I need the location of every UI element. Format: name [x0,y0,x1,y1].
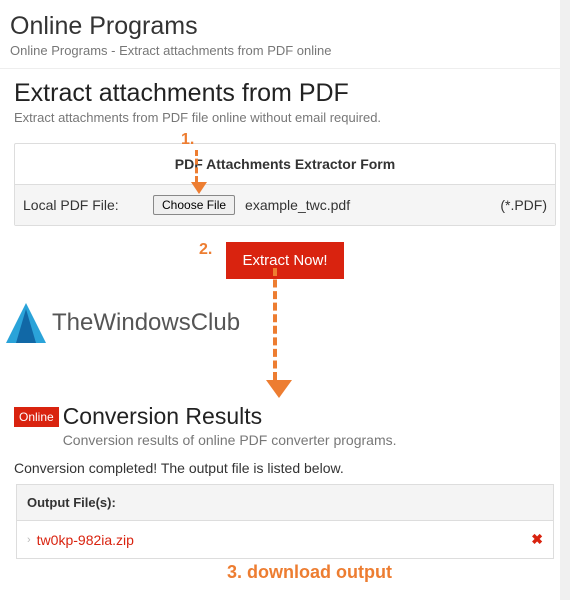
file-field-label: Local PDF File: [23,197,153,213]
page-subtitle: Extract attachments from PDF file online… [14,110,556,125]
main-content: Extract attachments from PDF Extract att… [0,69,570,559]
output-files-box: Output File(s): › tw0kp-982ia.zip ✖ [16,484,554,559]
annotation-step-3: 3. download output [227,562,392,583]
file-ext-hint: (*.PDF) [500,197,547,213]
results-section: Online Conversion Results Conversion res… [14,403,556,559]
page-header: Online Programs Online Programs - Extrac… [0,0,570,69]
results-subtitle: Conversion results of online PDF convert… [63,432,397,448]
scrollbar-track[interactable] [560,0,570,600]
online-badge: Online [14,407,59,427]
output-file-row: › tw0kp-982ia.zip ✖ [17,521,553,558]
file-input-row: Local PDF File: Choose File example_twc.… [15,185,555,225]
chevron-right-icon: › [27,534,31,546]
page-title: Extract attachments from PDF [14,79,556,108]
delete-file-icon[interactable]: ✖ [531,531,543,548]
brand-logo-icon [6,303,46,343]
watermark-brand: TheWindowsClub [6,303,556,343]
extractor-form: PDF Attachments Extractor Form Local PDF… [14,143,556,226]
download-link[interactable]: tw0kp-982ia.zip [37,532,134,548]
site-title: Online Programs [10,12,560,41]
extract-now-button[interactable]: Extract Now! [226,242,343,279]
form-title: PDF Attachments Extractor Form [15,144,555,185]
output-files-heading: Output File(s): [17,485,553,521]
selected-filename: example_twc.pdf [245,197,350,213]
results-title: Conversion Results [63,403,397,430]
annotation-arrow-2-icon [273,268,277,380]
annotation-arrow-1-icon [195,150,198,182]
status-message: Conversion completed! The output file is… [14,460,556,476]
brand-name: TheWindowsClub [52,309,240,337]
breadcrumb: Online Programs - Extract attachments fr… [10,43,560,58]
choose-file-button[interactable]: Choose File [153,195,235,215]
